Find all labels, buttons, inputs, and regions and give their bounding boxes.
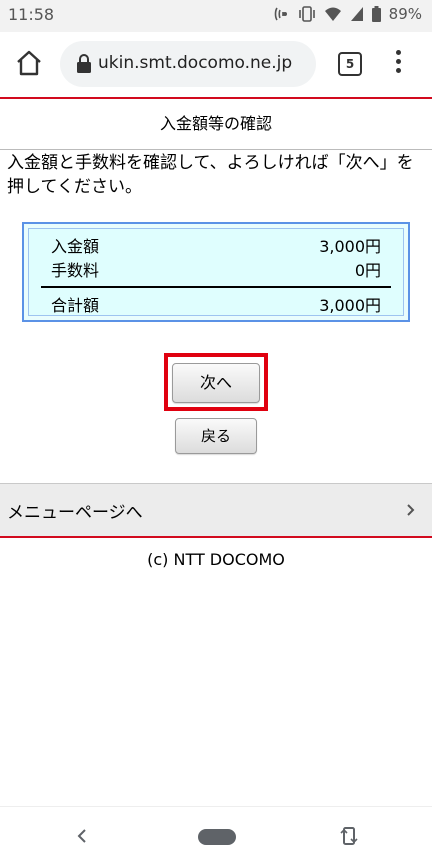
status-icons: 89% xyxy=(274,5,422,23)
amount-summary-box: 入金額 3,000円 手数料 0円 合計額 3,000円 xyxy=(22,222,410,322)
battery-percent: 89% xyxy=(388,5,422,23)
fee-label: 手数料 xyxy=(51,261,100,280)
browser-toolbar: ukin.smt.docomo.ne.jp 5 xyxy=(0,32,432,96)
fee-value: 0円 xyxy=(354,261,381,280)
status-bar: 11:58 89% xyxy=(0,0,432,32)
nfc-icon xyxy=(274,7,287,21)
wifi-icon xyxy=(324,7,341,21)
page-title: 入金額等の確認 xyxy=(159,114,272,133)
home-icon[interactable] xyxy=(14,48,44,78)
battery-icon xyxy=(371,6,381,22)
deposit-value: 3,000円 xyxy=(319,237,381,256)
chevron-right-icon xyxy=(407,504,415,516)
nav-home-pill[interactable] xyxy=(198,829,236,845)
instruction-text: 入金額と手数料を確認して、よろしければ「次へ」を押してください。 xyxy=(7,153,414,197)
total-value: 3,000円 xyxy=(319,296,381,315)
fee-row: 手数料 0円 xyxy=(51,257,381,280)
menu-page-link-label: メニューページへ xyxy=(7,503,143,523)
status-time: 11:58 xyxy=(8,5,55,24)
url-text[interactable]: ukin.smt.docomo.ne.jp xyxy=(98,53,312,73)
total-row: 合計額 3,000円 xyxy=(51,292,381,315)
system-nav-bar xyxy=(0,806,432,865)
rotate-screen-icon[interactable] xyxy=(340,825,358,847)
tab-switcher-button[interactable]: 5 xyxy=(338,52,362,76)
deposit-label: 入金額 xyxy=(51,237,100,256)
total-divider xyxy=(41,286,391,288)
vibrate-icon xyxy=(298,6,315,22)
address-bar[interactable]: ukin.smt.docomo.ne.jp xyxy=(60,41,316,87)
bottom-accent-line xyxy=(0,536,432,538)
lock-icon xyxy=(77,54,91,73)
deposit-row: 入金額 3,000円 xyxy=(51,233,381,256)
menu-page-link[interactable]: メニューページへ xyxy=(0,483,432,537)
total-label: 合計額 xyxy=(51,296,100,315)
signal-icon xyxy=(350,7,363,21)
back-button[interactable]: 戻る xyxy=(175,418,257,454)
divider xyxy=(0,149,432,150)
next-button[interactable]: 次へ xyxy=(172,363,260,403)
amount-summary-inner: 入金額 3,000円 手数料 0円 合計額 3,000円 xyxy=(28,228,404,316)
copyright-footer: (c) NTT DOCOMO xyxy=(147,550,285,569)
overflow-menu-icon[interactable] xyxy=(393,50,403,76)
nav-back-icon[interactable] xyxy=(76,827,88,845)
